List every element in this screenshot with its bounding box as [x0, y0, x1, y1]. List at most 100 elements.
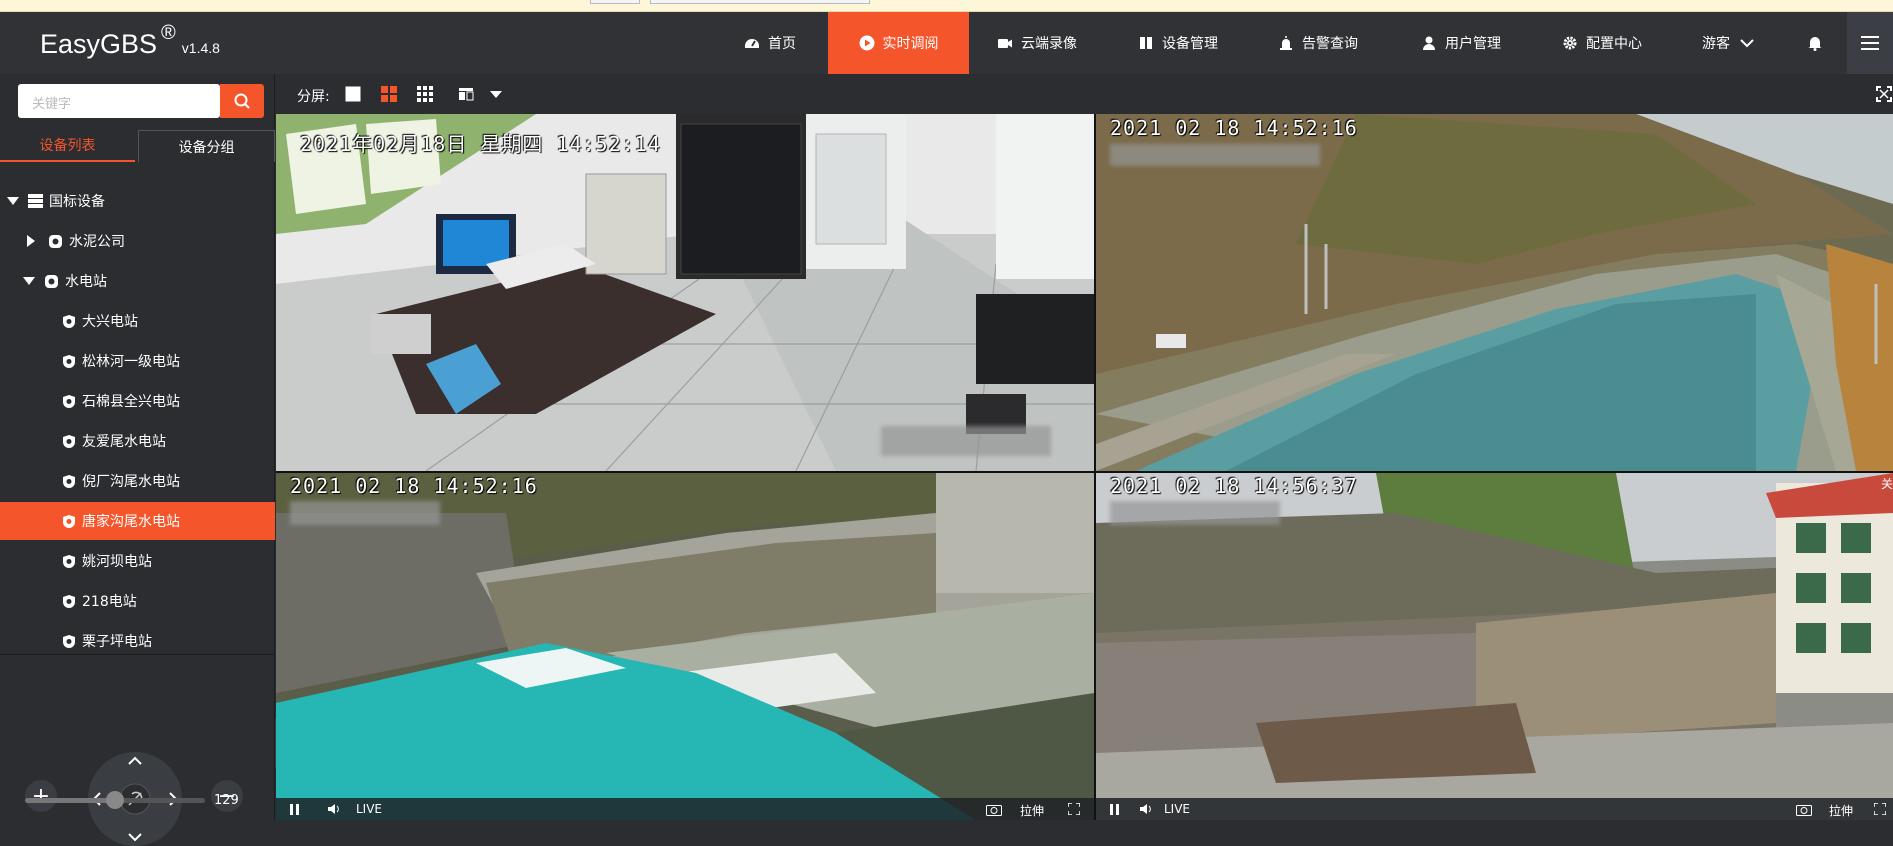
tree-channel-label: 218电站 [82, 594, 137, 610]
privacy-mask [1110, 501, 1280, 525]
tree-channel-item[interactable]: 石棉县全兴电站 [0, 382, 275, 420]
close-stream-button[interactable]: 关 [1881, 475, 1893, 492]
tab-device-group[interactable]: 设备分组 [138, 130, 275, 162]
volume-icon[interactable] [1140, 803, 1154, 815]
video-frame [276, 114, 1094, 471]
snapshot-icon[interactable] [986, 803, 1002, 816]
shield-camera-icon [63, 394, 75, 408]
live-label: LIVE [1164, 802, 1191, 816]
ptz-speed-fill [25, 798, 115, 803]
tree-channel-label: 大兴电站 [82, 314, 138, 330]
device-icon [1140, 37, 1152, 49]
video-frame [1096, 473, 1893, 820]
gear-icon [1563, 36, 1577, 50]
shield-camera-icon [63, 434, 75, 448]
brand-logo[interactable]: EasyGBS ® v1.4.8 [40, 22, 220, 60]
video-cell-2[interactable]: 2021 02 18 14:52:16 [1096, 114, 1893, 471]
current-user: 游客 [1702, 36, 1730, 52]
split-1-icon[interactable] [345, 86, 361, 102]
pause-icon[interactable] [290, 804, 300, 815]
nav-label: 配置中心 [1586, 36, 1642, 52]
search-input[interactable]: 关键字 [18, 84, 220, 118]
tree-channel-item[interactable]: 松林河一级电站 [0, 342, 275, 380]
nav-item-home[interactable]: 首页 [744, 12, 796, 74]
nav-label: 实时调阅 [882, 36, 939, 52]
nav-item-device-management[interactable]: 设备管理 [1138, 12, 1218, 74]
fullscreen-icon[interactable] [1874, 803, 1886, 815]
snapshot-icon[interactable] [1796, 803, 1812, 816]
info-bar-button[interactable] [590, 0, 640, 4]
search-icon [234, 93, 250, 109]
osd-timestamp: 2021 02 18 14:56:37 [1110, 474, 1358, 498]
fullscreen-icon[interactable] [1876, 86, 1892, 102]
browser-info-bar [0, 0, 1893, 12]
tree-channel-label: 姚河坝电站 [82, 554, 152, 570]
tab-device-list[interactable]: 设备列表 [0, 130, 135, 162]
user-dropdown[interactable]: 游客 [1702, 12, 1754, 74]
tree-channel-item[interactable]: 倪厂沟尾水电站 [0, 462, 275, 500]
tree-group-cement[interactable]: 水泥公司 [0, 222, 275, 260]
volume-icon[interactable] [328, 803, 342, 815]
tree-root[interactable]: 国标设备 [0, 182, 275, 220]
shield-camera-icon [63, 314, 75, 328]
caret-down-icon [7, 197, 19, 205]
nav-label: 用户管理 [1445, 36, 1501, 52]
search-button[interactable] [220, 84, 264, 118]
ptz-speed-thumb[interactable] [106, 791, 124, 809]
tree-channel-item[interactable]: 大兴电站 [0, 302, 275, 340]
video-cell-1[interactable]: 2021年02月18日 星期四 14:52:14 [276, 114, 1094, 471]
top-navbar: EasyGBS ® v1.4.8 首页 实时调阅 云端录像 设备管理 告警查询 用户… [0, 12, 1893, 74]
shield-camera-icon [63, 474, 75, 488]
shield-camera-icon [63, 594, 75, 608]
video-cell-4[interactable]: 2021 02 18 14:56:37 关 LIVE 拉伸 [1096, 473, 1893, 820]
video-camera-icon [998, 39, 1012, 48]
split-custom-icon[interactable] [458, 86, 474, 102]
bell-icon [1808, 37, 1822, 51]
nav-item-cloud-recording[interactable]: 云端录像 [997, 12, 1077, 74]
info-bar-field[interactable] [650, 0, 870, 4]
ptz-speed-value: 129 [214, 793, 239, 808]
split-4-icon[interactable] [381, 86, 397, 102]
tree-group-hydropower[interactable]: 水电站 [0, 262, 275, 300]
server-icon [28, 194, 43, 208]
caret-right-icon [27, 235, 35, 247]
live-label: LIVE [356, 802, 383, 816]
sidebar-tabs: 设备列表 设备分组 [0, 130, 275, 162]
hamburger-menu-button[interactable] [1847, 12, 1893, 74]
tree-channel-item[interactable]: 唐家沟尾水电站 [0, 502, 275, 540]
video-frame [276, 473, 1094, 820]
tree-root-label: 国标设备 [49, 194, 105, 210]
tree-channel-label: 友爱尾水电站 [82, 434, 166, 450]
player-controls: LIVE 拉伸 [276, 798, 1094, 820]
nav-item-config-center[interactable]: 配置中心 [1562, 12, 1642, 74]
fullscreen-icon[interactable] [1068, 803, 1080, 815]
camera-icon [49, 234, 62, 248]
player-controls: LIVE 拉伸 [1096, 798, 1893, 820]
tree-channel-label: 唐家沟尾水电站 [82, 514, 180, 530]
stretch-button[interactable]: 拉伸 [1829, 802, 1853, 819]
notifications-button[interactable] [1807, 12, 1823, 74]
caret-down-icon [23, 277, 35, 285]
tree-channel-label: 松林河一级电站 [82, 354, 180, 370]
stretch-button[interactable]: 拉伸 [1020, 802, 1044, 819]
shield-camera-icon [63, 554, 75, 568]
pause-icon[interactable] [1110, 804, 1120, 815]
nav-label: 告警查询 [1302, 36, 1358, 52]
caret-down-icon[interactable] [488, 88, 504, 104]
zoom-in-button[interactable]: + [25, 780, 57, 812]
tree-channel-label: 倪厂沟尾水电站 [82, 474, 180, 490]
tree-channel-item[interactable]: 友爱尾水电站 [0, 422, 275, 460]
osd-timestamp: 2021 02 18 14:52:16 [290, 474, 538, 498]
tree-channel-item[interactable]: 218电站 [0, 582, 275, 620]
nav-label: 云端录像 [1021, 36, 1077, 52]
split-9-icon[interactable] [417, 86, 433, 102]
video-cell-3[interactable]: 2021 02 18 14:52:16 LIVE 拉伸 [276, 473, 1094, 820]
search-placeholder: 关键字 [32, 97, 72, 112]
app-version: v1.4.8 [181, 40, 220, 56]
alarm-icon [1280, 36, 1292, 50]
nav-item-user-management[interactable]: 用户管理 [1421, 12, 1501, 74]
nav-item-live-view[interactable]: 实时调阅 [828, 12, 969, 74]
nav-item-alarm-query[interactable]: 告警查询 [1278, 12, 1358, 74]
tree-channel-item[interactable]: 姚河坝电站 [0, 542, 275, 580]
shield-camera-icon [63, 634, 75, 648]
